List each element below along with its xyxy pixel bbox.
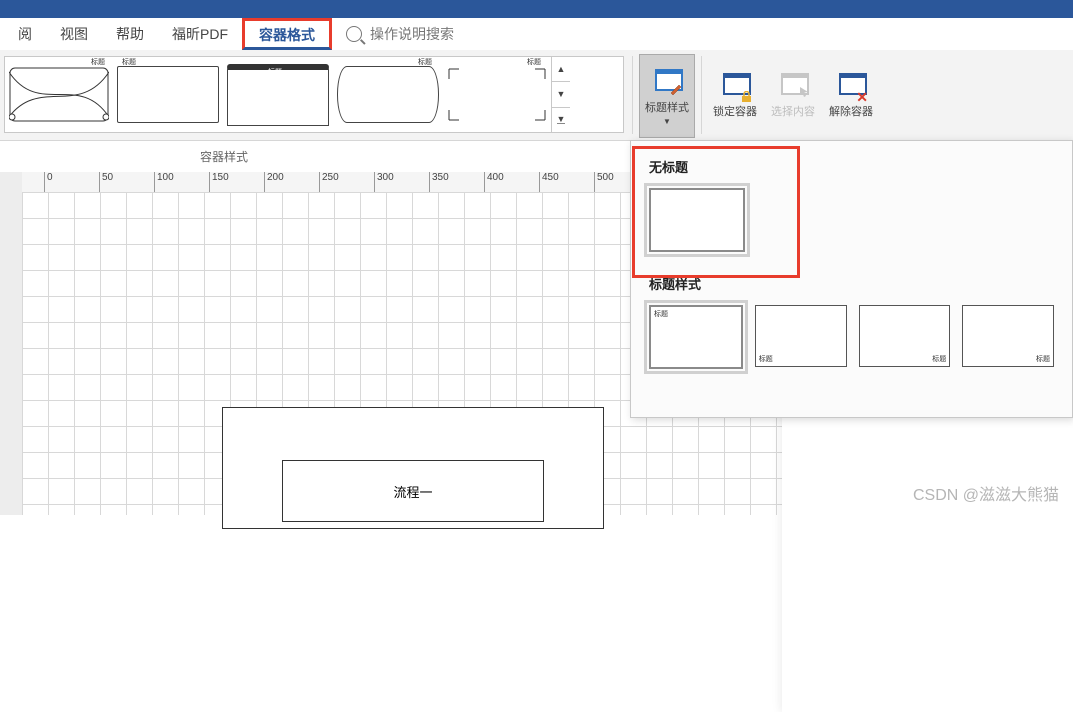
gallery-item-5[interactable]: 标题 (447, 67, 547, 122)
ribbon-separator-2 (701, 56, 702, 134)
curve-preview-icon (9, 67, 109, 122)
gallery-up-button[interactable]: ▲ (552, 57, 570, 82)
page-background (782, 412, 1073, 712)
disband-container-label: 解除容器 (829, 103, 873, 119)
lock-container-label: 锁定容器 (713, 103, 757, 119)
disband-container-button[interactable]: ✕ 解除容器 (824, 54, 878, 136)
heading-style-icon (653, 67, 681, 95)
menu-item-view[interactable]: 视图 (46, 18, 102, 50)
ruler-tick: 200 (265, 172, 320, 192)
menu-bar: 阅 视图 帮助 福昕PDF 容器格式 操作说明搜索 (0, 18, 1073, 51)
watermark-text: CSDN @滋滋大熊猫 (913, 481, 1059, 505)
gallery-down-button[interactable]: ▼ (552, 82, 570, 107)
ruler-tick: 100 (155, 172, 210, 192)
corner-preview-icon (447, 67, 547, 122)
gallery-mini-label: 标题 (91, 57, 105, 67)
ruler-tick: 250 (320, 172, 375, 192)
dropdown-section-no-title: 无标题 (649, 157, 1054, 176)
container-style-gallery: 标题 标题 标题 标题 标题 ▲ ▼ ▼ (4, 56, 624, 133)
gallery-expand-button[interactable]: ▼ (552, 108, 570, 132)
lock-container-button[interactable]: 锁定容器 (708, 54, 762, 136)
style-thumb-4[interactable]: 标题 (962, 305, 1054, 367)
ruler-tick: 150 (210, 172, 265, 192)
ruler-tick: 0 (45, 172, 100, 192)
disband-container-icon: ✕ (837, 71, 865, 99)
gallery-scroll: ▲ ▼ ▼ (551, 57, 570, 132)
gallery-item-1[interactable]: 标题 (9, 67, 109, 122)
style-thumb-3[interactable]: 标题 (859, 305, 951, 367)
style-thumb-1[interactable]: 标题 (649, 305, 743, 369)
dropdown-section-heading-style: 标题样式 (649, 274, 1054, 293)
search-icon (346, 26, 362, 42)
search-placeholder: 操作说明搜索 (370, 24, 454, 44)
menu-item-foxit-pdf[interactable]: 福昕PDF (158, 18, 242, 50)
gallery-item-4[interactable]: 标题 (337, 66, 439, 123)
ribbon: 标题 标题 标题 标题 标题 ▲ ▼ ▼ 标题样式 (0, 50, 1073, 141)
tell-me-search[interactable]: 操作说明搜索 (346, 18, 454, 50)
select-content-icon (779, 71, 807, 99)
menu-item-read[interactable]: 阅 (4, 18, 46, 50)
ruler-tick: 450 (540, 172, 595, 192)
gallery-item-2[interactable]: 标题 (117, 66, 219, 123)
ribbon-group-label: 容器样式 (200, 148, 248, 165)
ruler-tick: 350 (430, 172, 485, 192)
lock-container-icon (721, 71, 749, 99)
heading-style-button[interactable]: 标题样式 ▼ (639, 54, 695, 138)
gallery-item-3[interactable]: 标题 (227, 64, 329, 126)
menu-item-container-format[interactable]: 容器格式 (242, 18, 332, 50)
ruler-tick: 400 (485, 172, 540, 192)
flow-shape[interactable]: 流程一 (282, 460, 544, 522)
style-thumb-no-title[interactable] (649, 188, 745, 252)
heading-style-dropdown: 无标题 标题样式 标题 标题 标题 标题 (630, 140, 1073, 418)
flow-label: 流程一 (393, 482, 432, 501)
chevron-down-icon: ▼ (663, 117, 671, 126)
title-bar (0, 0, 1073, 18)
style-thumb-2[interactable]: 标题 (755, 305, 847, 367)
ruler-tick: 50 (100, 172, 155, 192)
select-content-button: 选择内容 (766, 54, 820, 136)
select-content-label: 选择内容 (771, 103, 815, 119)
ribbon-separator-1 (632, 56, 633, 134)
heading-style-label: 标题样式 (645, 99, 689, 115)
menu-item-help[interactable]: 帮助 (102, 18, 158, 50)
ruler-tick: 300 (375, 172, 430, 192)
